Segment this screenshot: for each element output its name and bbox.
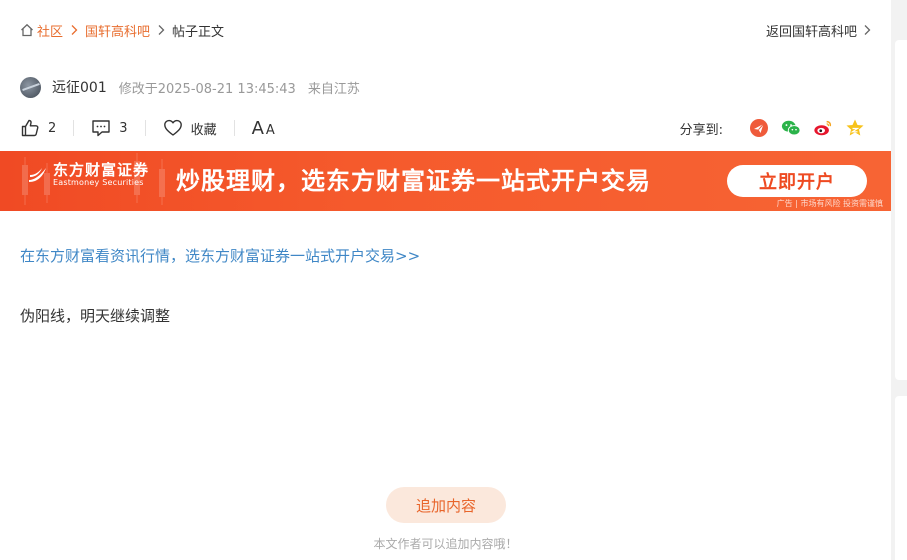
back-link-label: 返回国轩高科吧 xyxy=(765,24,857,40)
sidebar-panel xyxy=(895,396,907,560)
brand-name: 东方财富证券 xyxy=(53,161,150,179)
action-bar: 2 3 收藏 AA xyxy=(20,116,275,140)
font-size-small: A xyxy=(265,122,275,138)
divider xyxy=(233,120,235,136)
chevron-right-icon xyxy=(157,24,165,36)
append-content-button[interactable]: 追加内容 xyxy=(386,487,506,523)
ad-disclaimer: 广告 | 市场有风险 投资需谨慎 xyxy=(776,199,883,208)
banner-slogan: 炒股理财，选东方财富证券一站式开户交易 xyxy=(176,167,651,195)
ad-banner[interactable]: 东方财富证券 Eastmoney Securities 炒股理财，选东方财富证券… xyxy=(0,151,891,211)
avatar[interactable] xyxy=(20,76,41,98)
share-bar: 分享到: xyxy=(680,116,865,140)
breadcrumb-home[interactable]: 社区 xyxy=(20,21,63,40)
divider xyxy=(73,120,75,136)
divider xyxy=(144,120,146,136)
post-body: 伪阳线，明天继续调整 xyxy=(20,307,171,325)
comment-icon xyxy=(92,120,110,137)
share-red-icon[interactable] xyxy=(749,118,769,138)
brand-english-name: Eastmoney Securities xyxy=(53,178,144,187)
open-account-button[interactable]: 立即开户 xyxy=(727,165,867,197)
favorite-button[interactable]: 收藏 xyxy=(163,118,217,138)
like-button[interactable]: 2 xyxy=(20,118,56,138)
promo-link[interactable]: 在东方财富看资讯行情，选东方财富证券一站式开户交易>> xyxy=(20,245,420,266)
right-sidebar-edge xyxy=(891,0,907,560)
eastmoney-logo-icon xyxy=(29,168,46,182)
like-count: 2 xyxy=(48,120,57,136)
weibo-icon[interactable] xyxy=(813,118,833,138)
author-name[interactable]: 远征001 xyxy=(52,77,107,97)
chevron-right-icon xyxy=(864,25,871,35)
comment-button[interactable]: 3 xyxy=(91,118,128,138)
thumbs-up-icon xyxy=(21,119,39,137)
comment-count: 3 xyxy=(119,120,128,136)
chevron-right-icon xyxy=(70,24,78,36)
share-label: 分享到: xyxy=(679,122,723,138)
sidebar-panel xyxy=(895,40,907,380)
breadcrumb-bar-link[interactable]: 国轩高科吧 xyxy=(85,21,150,40)
eastmoney-logo: 东方财富证券 Eastmoney Securities xyxy=(26,162,149,188)
back-to-bar-link[interactable]: 返回国轩高科吧 xyxy=(766,20,871,40)
modified-time: 修改于2025-08-21 13:45:43 xyxy=(118,81,296,97)
author-line: 远征001 修改于2025-08-21 13:45:43 来自江苏 xyxy=(20,76,372,98)
heart-icon xyxy=(163,119,182,136)
star-icon[interactable] xyxy=(845,118,865,138)
breadcrumb-current: 帖子正文 xyxy=(172,24,225,40)
author-location: 来自江苏 xyxy=(307,81,360,97)
home-icon xyxy=(21,23,33,37)
breadcrumb-home-link[interactable]: 社区 xyxy=(37,21,63,40)
wechat-icon[interactable] xyxy=(781,118,801,138)
font-size-large: A xyxy=(251,117,264,139)
favorite-label: 收藏 xyxy=(190,122,217,138)
breadcrumb: 社区 国轩高科吧 帖子正文 xyxy=(20,20,224,40)
append-tip: 本文作者可以追加内容哦！ xyxy=(373,537,518,551)
post-card: 社区 国轩高科吧 帖子正文 返回国轩高科吧 远征001 修改于2025-08-2… xyxy=(0,0,891,560)
font-size-button[interactable]: AA xyxy=(252,118,275,139)
